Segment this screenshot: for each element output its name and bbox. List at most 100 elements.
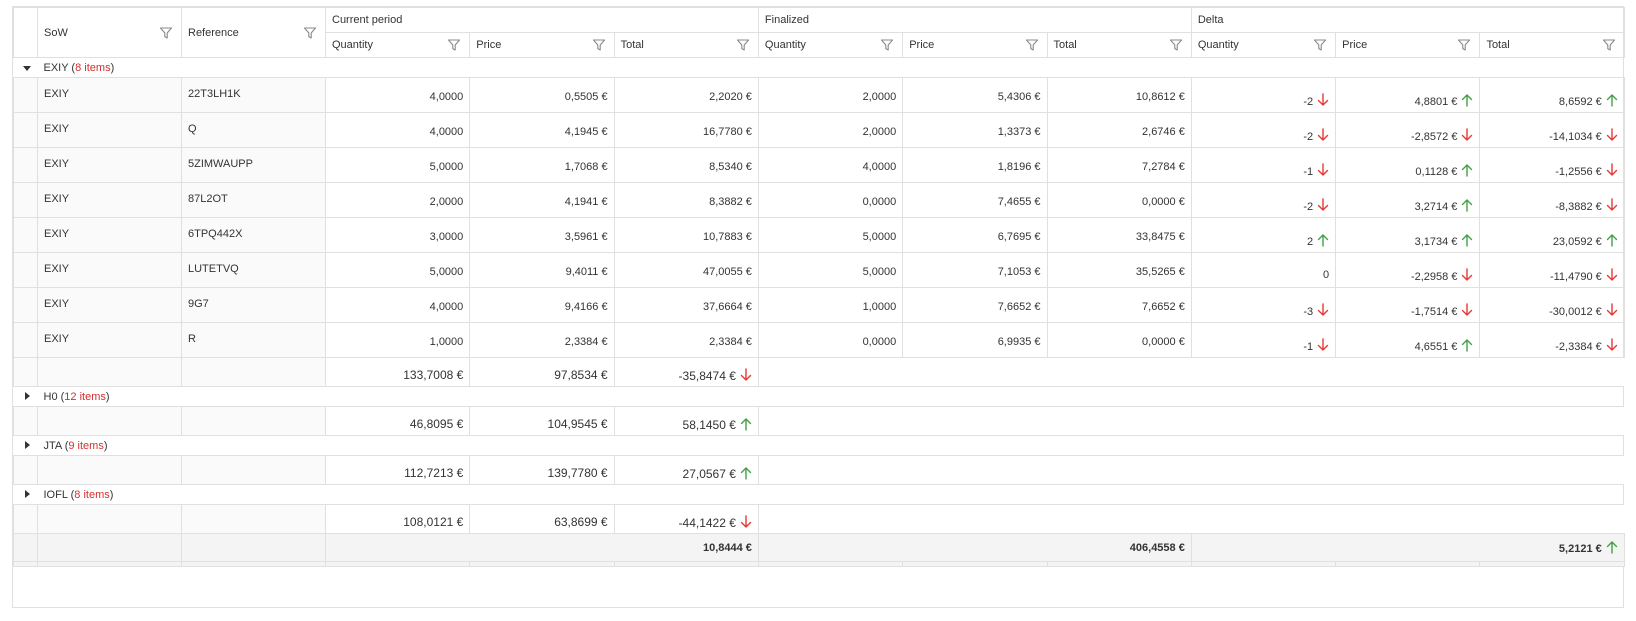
table-row[interactable]: EXIY 22T3LH1K 4,0000 0,5505 €2,2020 €2,0000…: [13, 77, 1625, 113]
cell-current-quantity: 2,0000: [324, 182, 471, 218]
cell-finalized-price: 7,1053 €: [902, 252, 1048, 288]
filter-icon[interactable]: [1313, 38, 1327, 52]
footer-cell: [1190, 561, 1337, 567]
group-name: JTA: [43, 439, 62, 452]
column-header-finalized-quantity[interactable]: Quantity: [757, 32, 904, 58]
table-row[interactable]: EXIY 9G7 4,0000 9,4166 €37,6664 €1,0000 7,66…: [13, 287, 1625, 323]
column-header-delta-quantity[interactable]: Quantity: [1190, 32, 1337, 58]
table-row[interactable]: EXIY R 1,0000 2,3384 €2,3384 €0,0000 6,9935 …: [13, 322, 1625, 358]
arrow-up-icon: [1462, 163, 1473, 177]
filter-icon[interactable]: [1457, 38, 1471, 52]
cell-delta-price: 4,8801 €: [1335, 77, 1481, 113]
column-group-delta: Delta: [1190, 7, 1625, 33]
summary-delta-value: 27,0567 €: [682, 466, 736, 481]
table-row[interactable]: EXIY Q 4,0000 4,1945 €16,7780 €2,0000 1,3373…: [13, 112, 1625, 148]
table-row[interactable]: EXIY LUTETVQ 5,0000 9,4011 €47,0055 €5,0000…: [13, 252, 1625, 288]
group-toggle[interactable]: [13, 435, 38, 456]
delta-value: 4,8801 €: [1414, 95, 1458, 108]
cell-finalized-total: 0,0000 €: [1046, 322, 1192, 358]
cell-reference: 5ZIMWAUPP: [181, 147, 326, 183]
group-count: 8 items: [75, 61, 111, 74]
group-count: 12 items: [64, 390, 106, 403]
column-header-finalized-total[interactable]: Total: [1046, 32, 1192, 58]
summary-spacer: [181, 504, 326, 534]
summary-spacer: [181, 357, 326, 387]
filter-icon[interactable]: [303, 26, 317, 40]
filter-icon[interactable]: [1169, 38, 1183, 52]
cell-finalized-quantity: 4,0000: [757, 147, 904, 183]
arrow-down-icon: [1606, 302, 1617, 316]
row-indent: [13, 287, 38, 323]
arrow-up-icon: [1462, 338, 1473, 352]
arrow-down-icon: [1317, 337, 1329, 351]
cell-finalized-total: 7,2784 €: [1046, 147, 1192, 183]
arrow-down-icon: [1606, 162, 1617, 176]
arrow-up-icon: [1462, 233, 1473, 247]
total-spacer: [181, 533, 326, 562]
footer-cell: [1479, 561, 1625, 567]
group-row-iofl[interactable]: IOFL (8 items): [13, 484, 1625, 505]
summary-spacer: [13, 504, 38, 534]
cell-sow: EXIY: [37, 112, 182, 148]
cell-current-total: 16,7780 €: [613, 112, 759, 148]
column-header-finalized-price[interactable]: Price: [902, 32, 1048, 58]
cell-reference: 22T3LH1K: [181, 77, 326, 113]
cell-delta-quantity: 2: [1190, 217, 1337, 253]
table-row[interactable]: EXIY 6TPQ442X 3,0000 3,5961 €10,7883 €5,000…: [13, 217, 1625, 253]
row-indent: [13, 217, 38, 253]
delta-value: 8,6592 €: [1558, 95, 1602, 108]
table-row[interactable]: EXIY 5ZIMWAUPP 5,0000 1,7068 €8,5340 €4,000…: [13, 147, 1625, 183]
arrow-up-icon: [740, 417, 752, 431]
cell-current-total: 47,0055 €: [613, 252, 759, 288]
cell-current-total: 10,7883 €: [613, 217, 759, 253]
cell-delta-total: -1,2556 €: [1479, 147, 1625, 183]
cell-finalized-quantity: 2,0000: [757, 112, 904, 148]
cell-delta-quantity: -1: [1190, 147, 1337, 183]
column-header-delta-total[interactable]: Total: [1479, 32, 1625, 58]
cell-delta-quantity: -3: [1190, 287, 1337, 323]
group-summary-row: 112,7213 €139,7780 € 27,0567 €: [13, 455, 1625, 485]
column-header-sow[interactable]: SoW: [37, 7, 182, 58]
cell-delta-price: 0,1128 €: [1335, 147, 1481, 183]
cell-reference: 87L2OT: [181, 182, 326, 218]
footer-cell: [324, 561, 471, 567]
column-header-reference[interactable]: Reference: [181, 7, 326, 58]
delta-value: -1,7514 €: [1410, 305, 1458, 318]
group-row-h0[interactable]: H0 (12 items): [13, 386, 1625, 407]
summary-value: 108,0121 €: [324, 504, 471, 534]
arrow-down-icon: [1462, 267, 1473, 281]
cell-finalized-price: 5,4306 €: [902, 77, 1048, 113]
column-header-current-price[interactable]: Price: [469, 32, 615, 58]
arrow-down-icon: [1317, 197, 1329, 211]
cell-current-price: 9,4166 €: [469, 287, 615, 323]
cell-sow: EXIY: [37, 322, 182, 358]
group-row-exiy[interactable]: EXIY (8 items): [13, 57, 1625, 78]
filter-icon[interactable]: [880, 38, 894, 52]
cell-finalized-price: 6,9935 €: [902, 322, 1048, 358]
group-toggle[interactable]: [13, 386, 38, 407]
footer-cell: [37, 561, 182, 567]
column-header-current-total[interactable]: Total: [613, 32, 759, 58]
column-header-current-quantity[interactable]: Quantity: [324, 32, 471, 58]
column-header-delta-price[interactable]: Price: [1335, 32, 1481, 58]
table-row[interactable]: EXIY 87L2OT 2,0000 4,1941 €8,3882 €0,0000 7,…: [13, 182, 1625, 218]
cell-current-quantity: 5,0000: [324, 252, 471, 288]
filter-icon[interactable]: [159, 26, 173, 40]
cell-current-price: 9,4011 €: [469, 252, 615, 288]
group-toggle[interactable]: [13, 484, 38, 505]
group-row-jta[interactable]: JTA (9 items): [13, 435, 1625, 456]
filter-icon[interactable]: [1602, 38, 1616, 52]
column-group-finalized: Finalized: [757, 7, 1192, 33]
filter-icon[interactable]: [592, 38, 606, 52]
filter-icon[interactable]: [1025, 38, 1039, 52]
cell-current-quantity: 3,0000: [324, 217, 471, 253]
cell-delta-price: 3,2714 €: [1335, 182, 1481, 218]
filter-icon[interactable]: [736, 38, 750, 52]
summary-spacer: [181, 455, 326, 485]
cell-sow: EXIY: [37, 147, 182, 183]
group-toggle[interactable]: [13, 57, 38, 78]
column-header-label: Price: [1342, 39, 1368, 51]
cell-current-total: 8,5340 €: [613, 147, 759, 183]
filter-icon[interactable]: [447, 38, 461, 52]
summary-delta: -35,8474 €: [613, 357, 759, 387]
